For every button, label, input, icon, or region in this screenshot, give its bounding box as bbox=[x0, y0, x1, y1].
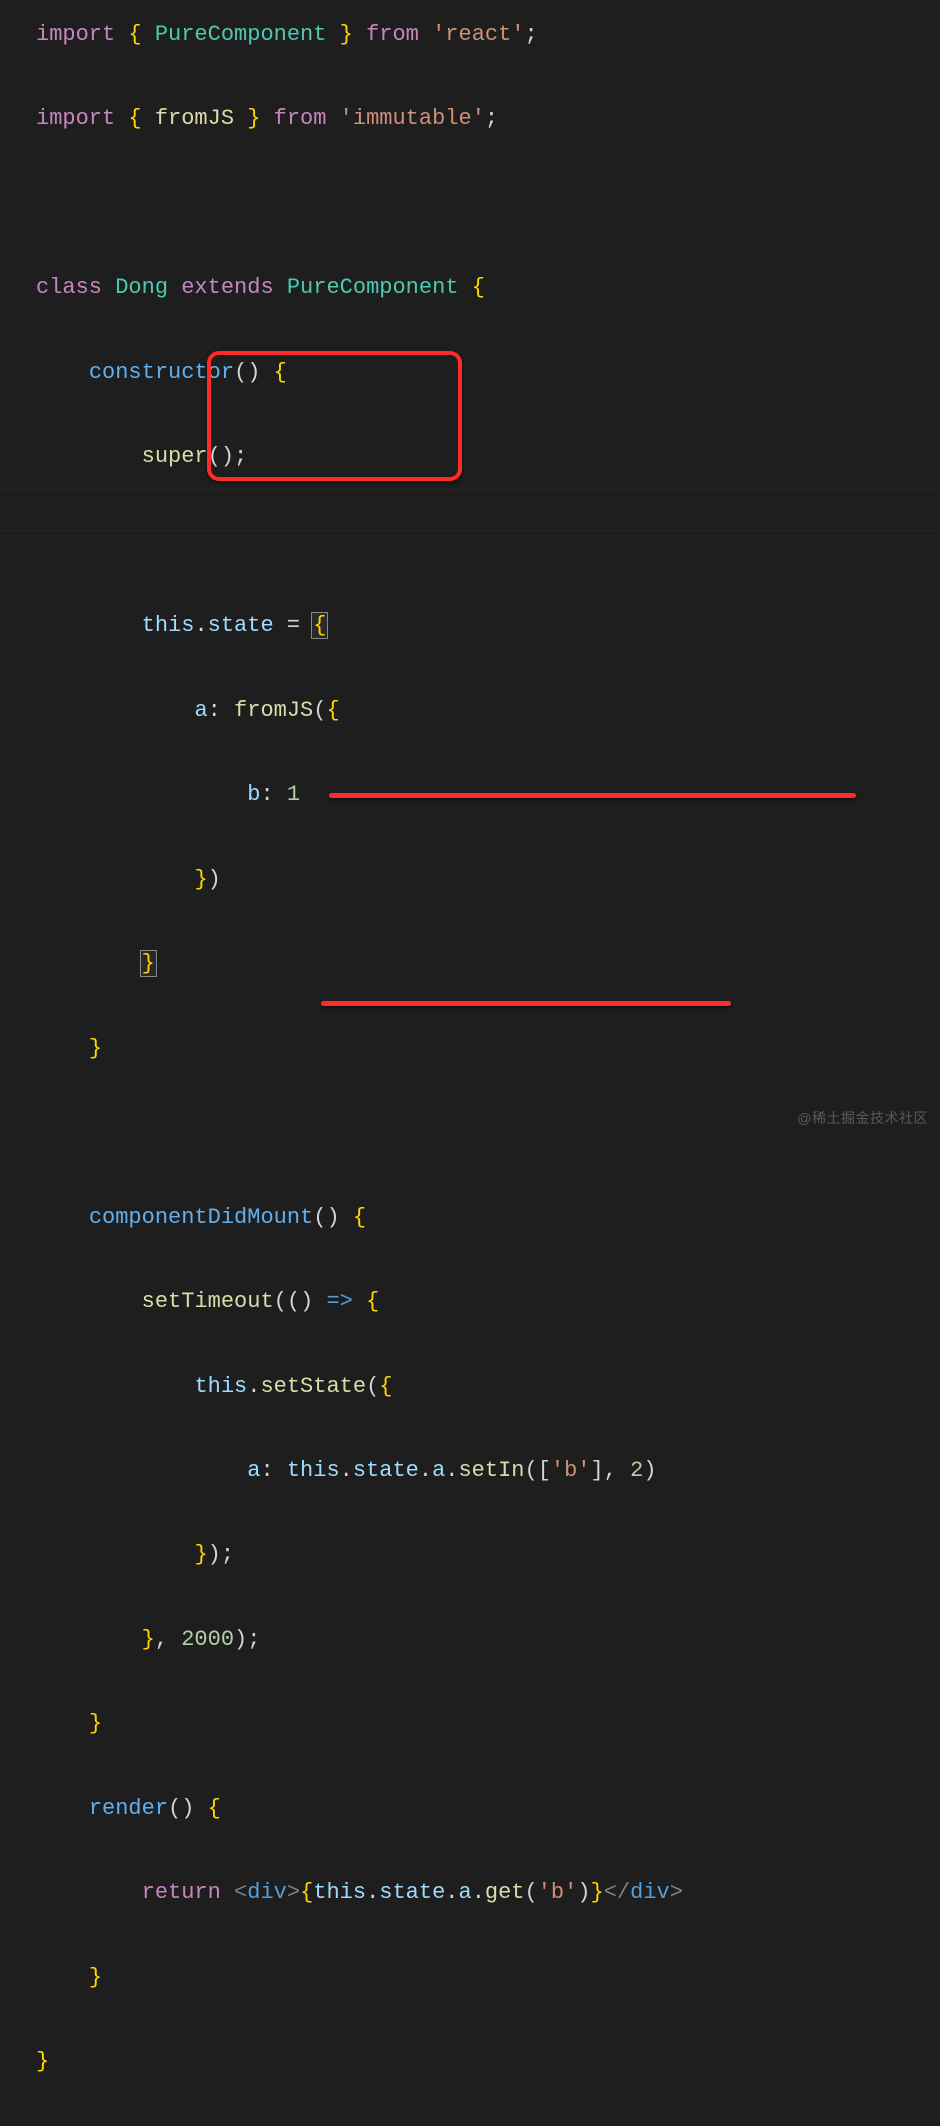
keyword-class: class bbox=[36, 275, 102, 300]
string-immutable: 'immutable' bbox=[340, 106, 485, 131]
string-react: 'react' bbox=[432, 22, 524, 47]
code-line bbox=[36, 183, 940, 225]
method-constructor: constructor bbox=[89, 360, 234, 385]
identifier-fromjs: fromJS bbox=[155, 106, 234, 131]
code-line: a: fromJS({ bbox=[36, 690, 940, 732]
code-line: }, 2000); bbox=[36, 1619, 940, 1661]
code-line: render() { bbox=[36, 1788, 940, 1830]
identifier-state: state bbox=[379, 1880, 445, 1905]
identifier-state: state bbox=[353, 1458, 419, 1483]
class-name-dong: Dong bbox=[115, 275, 168, 300]
code-line: } bbox=[36, 1957, 940, 1999]
property-a: a bbox=[247, 1458, 260, 1483]
code-line: } bbox=[36, 1028, 940, 1070]
code-line: } bbox=[36, 2041, 940, 2083]
code-line: }) bbox=[36, 859, 940, 901]
code-line: super(); bbox=[36, 436, 940, 478]
string-b: 'b' bbox=[551, 1458, 591, 1483]
watermark: @稀土掘金技术社区 bbox=[797, 1105, 928, 1132]
code-line: }); bbox=[36, 1534, 940, 1576]
code-editor[interactable]: import { PureComponent } from 'react'; i… bbox=[36, 14, 940, 2126]
matched-brace: { bbox=[311, 612, 328, 639]
identifier-a: a bbox=[459, 1880, 472, 1905]
code-line: componentDidMount() { bbox=[36, 1197, 940, 1239]
number-1: 1 bbox=[287, 782, 300, 807]
keyword-extends: extends bbox=[181, 275, 273, 300]
jsx-tag-div-close: div bbox=[630, 1880, 670, 1905]
call-setin: setIn bbox=[458, 1458, 524, 1483]
code-line: this.setState({ bbox=[36, 1366, 940, 1408]
call-get: get bbox=[485, 1880, 525, 1905]
keyword-return: return bbox=[142, 1880, 221, 1905]
code-line: b: 1 bbox=[36, 774, 940, 816]
code-line: class Dong extends PureComponent { bbox=[36, 267, 940, 309]
identifier-state: state bbox=[208, 613, 274, 638]
call-setstate: setState bbox=[260, 1374, 366, 1399]
keyword-import: import bbox=[36, 106, 115, 131]
method-render: render bbox=[89, 1796, 168, 1821]
call-settimeout: setTimeout bbox=[142, 1289, 274, 1314]
code-line bbox=[36, 521, 940, 563]
code-line: setTimeout(() => { bbox=[36, 1281, 940, 1323]
code-line: a: this.state.a.setIn(['b'], 2) bbox=[36, 1450, 940, 1492]
number-2000: 2000 bbox=[181, 1627, 234, 1652]
code-line: this.state = { bbox=[36, 605, 940, 647]
matched-brace: } bbox=[140, 950, 157, 977]
class-name-purecomponent: PureComponent bbox=[287, 275, 459, 300]
call-fromjs: fromJS bbox=[234, 698, 313, 723]
property-b: b bbox=[247, 782, 260, 807]
code-line: import { fromJS } from 'immutable'; bbox=[36, 98, 940, 140]
property-a: a bbox=[194, 698, 207, 723]
method-componentdidmount: componentDidMount bbox=[89, 1205, 313, 1230]
identifier-purecomponent: PureComponent bbox=[155, 22, 327, 47]
call-super: super bbox=[142, 444, 208, 469]
number-2: 2 bbox=[630, 1458, 643, 1483]
jsx-tag-div: div bbox=[247, 1880, 287, 1905]
code-line: } bbox=[36, 1703, 940, 1745]
keyword-from: from bbox=[366, 22, 419, 47]
keyword-this: this bbox=[313, 1880, 366, 1905]
code-line: constructor() { bbox=[36, 352, 940, 394]
identifier-a: a bbox=[432, 1458, 445, 1483]
code-line: import { PureComponent } from 'react'; bbox=[36, 14, 940, 56]
code-line: } bbox=[36, 943, 940, 985]
keyword-this: this bbox=[142, 613, 195, 638]
keyword-import: import bbox=[36, 22, 115, 47]
string-b: 'b' bbox=[538, 1880, 578, 1905]
keyword-this: this bbox=[194, 1374, 247, 1399]
code-line: return <div>{this.state.a.get('b')}</div… bbox=[36, 1872, 940, 1914]
keyword-this: this bbox=[287, 1458, 340, 1483]
keyword-from: from bbox=[274, 106, 327, 131]
